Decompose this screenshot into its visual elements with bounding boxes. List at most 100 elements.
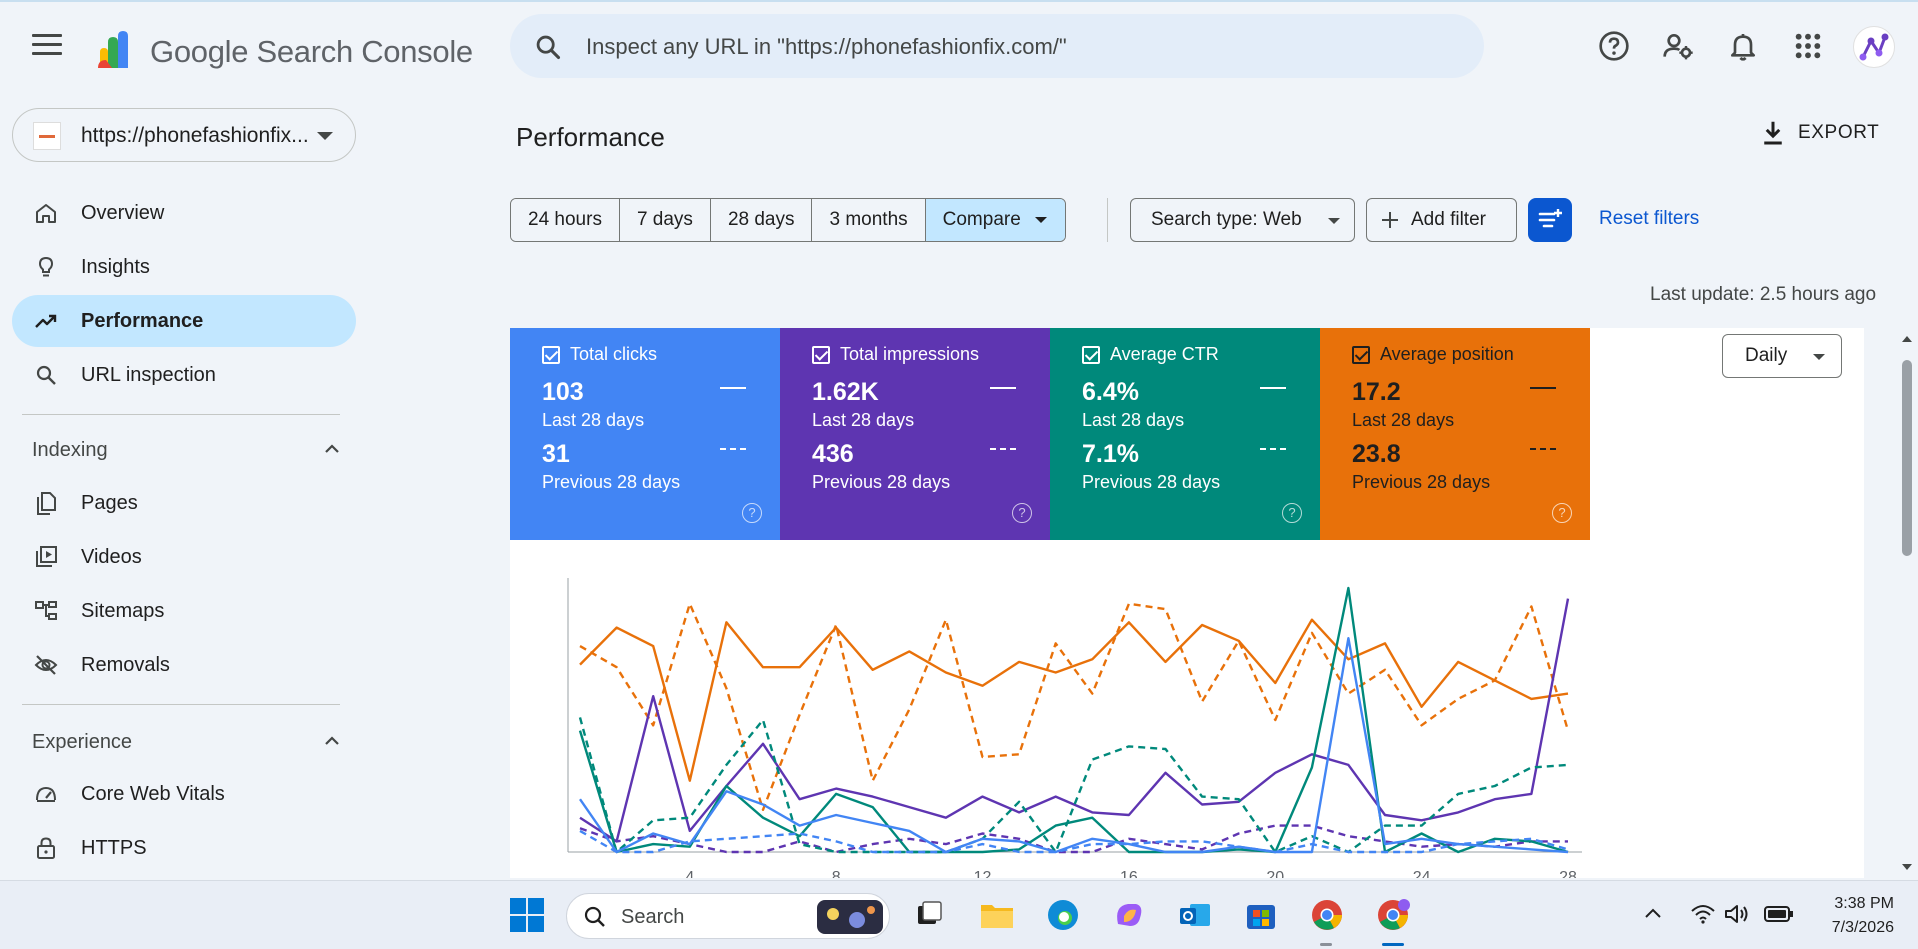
gauge-icon bbox=[36, 786, 56, 802]
add-filter-button[interactable]: Add filter bbox=[1366, 198, 1517, 242]
series-line-1 bbox=[579, 602, 1570, 811]
url-inspection-search[interactable]: Inspect any URL in "https://phonefashion… bbox=[510, 14, 1484, 78]
range-28-days-button[interactable]: 28 days bbox=[710, 199, 813, 241]
filter-list-icon bbox=[1538, 209, 1562, 228]
sidebar-item-pages[interactable]: Pages bbox=[12, 477, 356, 529]
help-icon[interactable]: ? bbox=[742, 503, 762, 523]
range-24-hours-button[interactable]: 24 hours bbox=[511, 199, 620, 241]
compare-dropdown[interactable]: Compare bbox=[925, 199, 1065, 241]
range-3-months-button[interactable]: 3 months bbox=[812, 199, 926, 241]
search-type-dropdown[interactable]: Search type: Web bbox=[1130, 198, 1355, 242]
metric-current-label: Last 28 days bbox=[542, 410, 645, 430]
notifications-icon[interactable] bbox=[1727, 30, 1759, 62]
metric-card-total-impressions[interactable]: Total impressions 1.62K Last 28 days 436… bbox=[780, 328, 1050, 540]
help-icon[interactable]: ? bbox=[1012, 503, 1032, 523]
sidebar-item-insights[interactable]: Insights bbox=[12, 241, 356, 293]
sidebar-divider bbox=[22, 414, 340, 415]
app-title: Google Search Console bbox=[150, 34, 473, 69]
help-icon[interactable]: ? bbox=[1282, 503, 1302, 523]
sidebar-item-label: Videos bbox=[81, 546, 142, 568]
chevron-up-icon[interactable] bbox=[1644, 907, 1662, 919]
sidebar-item-label: HTTPS bbox=[81, 837, 147, 859]
section-indexing-title[interactable]: Indexing bbox=[32, 439, 108, 462]
dashed-line-legend-icon bbox=[990, 448, 1016, 450]
section-experience-title[interactable]: Experience bbox=[32, 731, 132, 754]
property-selector[interactable]: https://phonefashionfix... bbox=[12, 108, 356, 162]
scrollbar-thumb[interactable] bbox=[1902, 360, 1912, 556]
plus-icon bbox=[1382, 212, 1398, 228]
outlook-icon[interactable] bbox=[1176, 896, 1214, 934]
wifi-icon[interactable] bbox=[1690, 903, 1716, 925]
sidebar-item-sitemaps[interactable]: Sitemaps bbox=[12, 585, 356, 637]
page-title: Performance bbox=[516, 122, 665, 152]
search-input[interactable]: Inspect any URL in "https://phonefashion… bbox=[586, 34, 1067, 60]
checkbox-checked-icon[interactable] bbox=[542, 346, 560, 364]
apps-grid-icon[interactable] bbox=[1792, 30, 1824, 62]
sidebar-item-url-inspection[interactable]: URL inspection bbox=[12, 349, 356, 401]
metric-current-value: 103 bbox=[542, 378, 584, 406]
metric-card-average-ctr[interactable]: Average CTR 6.4% Last 28 days 7.1% Previ… bbox=[1050, 328, 1320, 540]
edge-browser-icon[interactable] bbox=[1044, 896, 1082, 934]
sidebar-item-performance[interactable]: Performance bbox=[12, 295, 356, 347]
granularity-dropdown[interactable]: Daily bbox=[1722, 334, 1842, 378]
metric-card-total-clicks[interactable]: Total clicks 103 Last 28 days 31 Previou… bbox=[510, 328, 780, 540]
search-highlight-icon bbox=[817, 900, 883, 934]
checkbox-checked-icon[interactable] bbox=[1352, 346, 1370, 364]
search-icon bbox=[36, 365, 56, 385]
sidebar-item-core-web-vitals[interactable]: Core Web Vitals bbox=[12, 768, 356, 820]
metric-current-value: 1.62K bbox=[812, 378, 879, 406]
eye-off-icon bbox=[34, 655, 58, 675]
chevron-up-icon[interactable] bbox=[324, 444, 340, 454]
microsoft-store-icon[interactable] bbox=[1242, 896, 1280, 934]
series-line-2 bbox=[579, 598, 1570, 843]
trending-up-icon bbox=[35, 314, 57, 328]
search-icon bbox=[584, 906, 605, 927]
vertical-scrollbar[interactable] bbox=[1898, 328, 1916, 878]
video-icon bbox=[36, 546, 57, 567]
file-explorer-icon[interactable] bbox=[978, 896, 1016, 934]
help-icon[interactable] bbox=[1598, 30, 1630, 62]
running-indicator bbox=[1320, 943, 1332, 946]
chrome-profile-icon[interactable] bbox=[1374, 896, 1412, 934]
sidebar-item-removals[interactable]: Removals bbox=[12, 639, 356, 691]
manage-users-icon[interactable] bbox=[1662, 30, 1694, 62]
chevron-up-icon[interactable] bbox=[324, 736, 340, 746]
sidebar-item-label: Sitemaps bbox=[81, 600, 165, 622]
clock-time[interactable]: 3:38 PM bbox=[1822, 895, 1894, 913]
range-7-days-button[interactable]: 7 days bbox=[619, 199, 711, 241]
metric-previous-value: 7.1% bbox=[1082, 440, 1139, 468]
clock-date[interactable]: 7/3/2026 bbox=[1812, 919, 1894, 937]
main-menu-icon[interactable] bbox=[32, 34, 62, 58]
task-view-icon[interactable] bbox=[910, 896, 948, 934]
checkbox-checked-icon[interactable] bbox=[1082, 346, 1100, 364]
x-tick-label: 16 bbox=[1120, 869, 1138, 878]
sidebar-item-label: Insights bbox=[81, 256, 150, 278]
checkbox-checked-icon[interactable] bbox=[812, 346, 830, 364]
help-icon[interactable]: ? bbox=[1552, 503, 1572, 523]
download-icon bbox=[1764, 121, 1782, 145]
sidebar-item-videos[interactable]: Videos bbox=[12, 531, 356, 583]
sidebar-item-overview[interactable]: Overview bbox=[12, 187, 356, 239]
x-tick-label: 20 bbox=[1266, 869, 1284, 878]
windows-start-icon[interactable] bbox=[508, 896, 546, 934]
volume-icon[interactable] bbox=[1724, 903, 1750, 925]
sidebar-item-https[interactable]: HTTPS bbox=[12, 822, 356, 874]
search-console-logo[interactable] bbox=[92, 28, 136, 72]
sitemap-icon bbox=[35, 601, 57, 620]
x-tick-label: 4 bbox=[685, 869, 694, 878]
performance-line-chart: 4 8 12 16 20 24 28 bbox=[567, 578, 1582, 878]
chrome-icon[interactable] bbox=[1308, 896, 1346, 934]
filter-settings-button[interactable] bbox=[1528, 198, 1572, 242]
metric-previous-label: Previous 28 days bbox=[1352, 472, 1491, 492]
reset-filters-link[interactable]: Reset filters bbox=[1599, 208, 1699, 230]
taskbar-search[interactable]: Search bbox=[566, 893, 890, 939]
copilot-icon[interactable] bbox=[1110, 896, 1148, 934]
last-update-text: Last update: 2.5 hours ago bbox=[1650, 284, 1877, 305]
battery-icon[interactable] bbox=[1764, 905, 1794, 923]
solid-line-legend-icon bbox=[1260, 387, 1286, 389]
sidebar-item-label: Performance bbox=[81, 310, 204, 332]
metric-previous-label: Previous 28 days bbox=[1082, 472, 1221, 492]
metric-card-average-position[interactable]: Average position 17.2 Last 28 days 23.8 … bbox=[1320, 328, 1590, 540]
metric-current-value: 17.2 bbox=[1352, 378, 1401, 406]
account-avatar[interactable] bbox=[1853, 26, 1895, 68]
